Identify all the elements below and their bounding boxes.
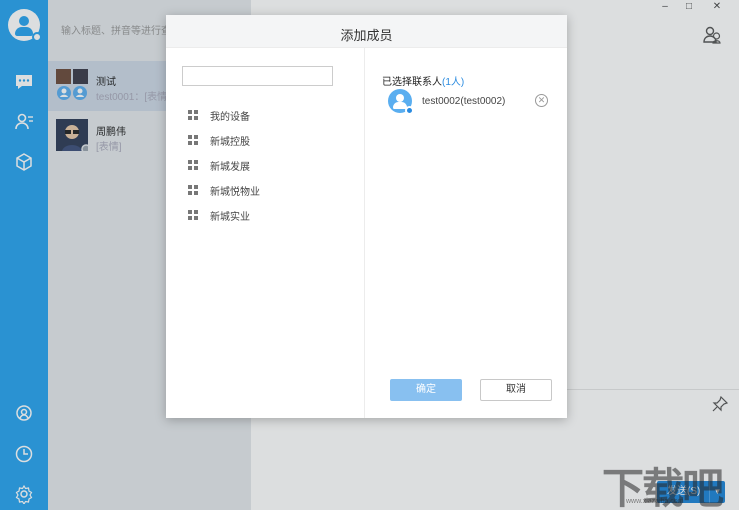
- grid-icon[interactable]: [188, 160, 199, 171]
- grid-icon[interactable]: [188, 210, 199, 221]
- tree-node[interactable]: 我的设备: [186, 107, 346, 132]
- selected-heading-label: 已选择联系人: [382, 77, 442, 88]
- add-member-dialog: 添加成员 我的设备 新城控股 新城发展 新城悦物业 新城实业 已选择联系人(1人…: [166, 15, 567, 418]
- tree-node[interactable]: 新城实业: [186, 207, 346, 232]
- selected-heading: 已选择联系人(1人): [382, 73, 464, 88]
- cancel-button[interactable]: 取消: [480, 379, 552, 401]
- selected-contact-name: test0002(test0002): [422, 96, 506, 107]
- member-search-input[interactable]: [182, 66, 333, 86]
- status-dot: [405, 106, 414, 115]
- grid-icon[interactable]: [188, 185, 199, 196]
- tree-node[interactable]: 新城悦物业: [186, 182, 346, 207]
- dialog-divider: [364, 48, 365, 418]
- grid-icon[interactable]: [188, 110, 199, 121]
- remove-contact-icon[interactable]: ✕: [535, 94, 548, 107]
- tree-node-label: 新城发展: [210, 162, 250, 173]
- selected-count: (1人): [442, 77, 465, 88]
- tree-node-label: 新城控股: [210, 137, 250, 148]
- watermark-url: www.xiazaiba.com: [626, 498, 684, 505]
- tree-node-label: 新城悦物业: [210, 187, 260, 198]
- org-tree: 我的设备 新城控股 新城发展 新城悦物业 新城实业: [186, 107, 346, 232]
- tree-node[interactable]: 新城控股: [186, 132, 346, 157]
- tree-node-label: 新城实业: [210, 212, 250, 223]
- tree-node[interactable]: 新城发展: [186, 157, 346, 182]
- tree-node-label: 我的设备: [210, 112, 250, 123]
- dialog-title: 添加成员: [340, 28, 393, 43]
- selected-contact: test0002(test0002) ✕: [388, 89, 550, 115]
- avatar-head: [396, 94, 404, 102]
- confirm-button[interactable]: 确定: [390, 379, 462, 401]
- grid-icon[interactable]: [188, 135, 199, 146]
- contact-avatar-icon: [388, 89, 414, 115]
